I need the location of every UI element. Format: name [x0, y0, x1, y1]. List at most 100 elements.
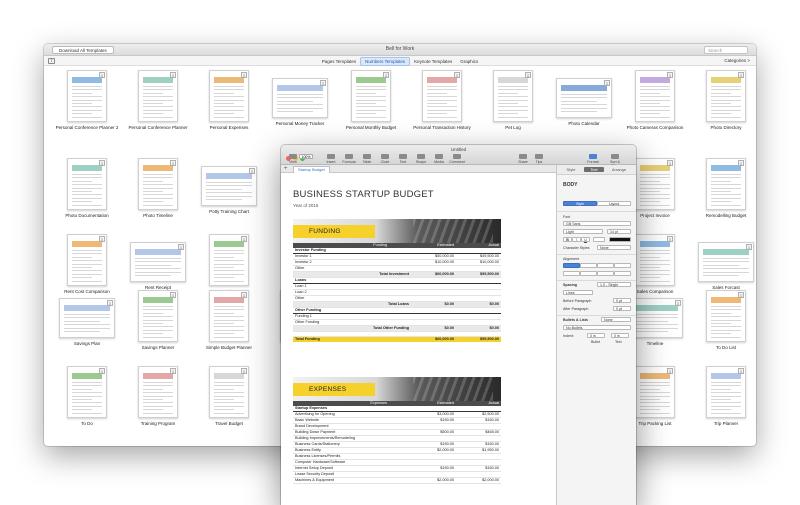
- table-cell[interactable]: Total Funding: [293, 336, 411, 343]
- download-icon[interactable]: ⇩: [170, 292, 176, 298]
- toolbar-text-button[interactable]: Text: [395, 154, 411, 164]
- download-icon[interactable]: ⇩: [675, 300, 681, 306]
- before-paragraph-stepper[interactable]: 0 pt: [613, 298, 631, 303]
- expenses-table[interactable]: Expenses Estimated Actual Startup Expenses A…: [293, 401, 501, 485]
- tab-numbers-templates[interactable]: Numbers Templates: [360, 57, 411, 66]
- table-cell[interactable]: $2,000.00: [411, 477, 456, 485]
- inspector-tab-style[interactable]: Style: [561, 167, 581, 172]
- template-item[interactable]: ⇩ To Do: [52, 366, 122, 426]
- download-icon[interactable]: ⇩: [746, 244, 752, 250]
- template-thumbnail[interactable]: ⇩: [130, 242, 186, 282]
- table-cell[interactable]: $59,500.00: [456, 336, 501, 343]
- character-styles-select[interactable]: None: [597, 245, 631, 250]
- template-thumbnail[interactable]: ⇩: [209, 234, 249, 286]
- toolbar-insert-button[interactable]: Insert: [323, 154, 339, 164]
- download-icon[interactable]: ⇩: [738, 72, 744, 78]
- lines-select[interactable]: Lines: [563, 290, 593, 295]
- template-thumbnail[interactable]: ⇩: [138, 366, 178, 418]
- bullets-lists-label[interactable]: Bullets & Lists: [563, 318, 588, 322]
- toolbar-comment-button[interactable]: Comment: [449, 154, 465, 164]
- download-icon[interactable]: ⇩: [241, 368, 247, 374]
- template-item[interactable]: ⇩ Sales Forcast: [691, 234, 756, 290]
- italic-button[interactable]: I: [572, 237, 581, 242]
- download-icon[interactable]: ⇩: [99, 236, 105, 242]
- download-icon[interactable]: ⇩: [320, 80, 326, 86]
- template-thumbnail[interactable]: ⇩: [706, 70, 746, 122]
- bold-button[interactable]: B: [563, 237, 572, 242]
- inspector-tab-arrange[interactable]: Arrange: [609, 167, 629, 172]
- download-icon[interactable]: ⇩: [99, 368, 105, 374]
- template-thumbnail[interactable]: ⇩: [138, 158, 178, 210]
- template-thumbnail[interactable]: ⇩: [59, 298, 115, 338]
- template-thumbnail[interactable]: ⇩: [67, 234, 107, 286]
- download-icon[interactable]: ⇩: [241, 72, 247, 78]
- toolbar-media-button[interactable]: Media: [431, 154, 447, 164]
- template-thumbnail[interactable]: ⇩: [698, 242, 754, 282]
- valign-middle-icon[interactable]: [614, 271, 631, 276]
- inspector-tab-text[interactable]: Text: [584, 167, 604, 172]
- funding-table[interactable]: Funding Estimated Actual Investor Funding In…: [293, 243, 501, 343]
- template-item[interactable]: ⇩ Savings Plan: [52, 290, 122, 346]
- template-item[interactable]: ⇩ Photo Calendar: [549, 70, 619, 126]
- template-thumbnail[interactable]: ⇩: [67, 366, 107, 418]
- download-icon[interactable]: ⇩: [241, 236, 247, 242]
- search-input[interactable]: Search: [704, 46, 748, 54]
- table-row[interactable]: Machines & Equipment $2,000.00 $2,000.00: [293, 477, 501, 485]
- toolbar-view-button[interactable]: View: [285, 154, 301, 164]
- template-item[interactable]: ⇩ Photo Documentation: [52, 158, 122, 218]
- text-color-well[interactable]: [609, 237, 631, 242]
- template-thumbnail[interactable]: ⇩: [635, 158, 675, 210]
- template-item[interactable]: ⇩ Training Program: [123, 366, 193, 426]
- template-thumbnail[interactable]: ⇩: [706, 366, 746, 418]
- download-icon[interactable]: ⇩: [241, 292, 247, 298]
- tab-graphics[interactable]: Graphics: [456, 58, 482, 65]
- no-bullets-select[interactable]: No Bullets: [563, 325, 631, 330]
- template-thumbnail[interactable]: ⇩: [493, 70, 533, 122]
- template-thumbnail[interactable]: ⇩: [209, 366, 249, 418]
- template-item[interactable]: ⇩ Personal Expenses: [194, 70, 264, 130]
- template-thumbnail[interactable]: ⇩: [201, 166, 257, 206]
- template-item[interactable]: ⇩ Photo Cameras Comparison: [620, 70, 690, 130]
- tab-pages-templates[interactable]: Pages Templates: [318, 58, 360, 65]
- align-justify-icon[interactable]: [614, 263, 631, 268]
- template-thumbnail[interactable]: ⇩: [351, 70, 391, 122]
- template-item[interactable]: ⇩ Remodelling Budget: [691, 158, 756, 218]
- align-center-icon[interactable]: [580, 263, 597, 268]
- template-thumbnail[interactable]: ⇩: [706, 290, 746, 342]
- download-icon[interactable]: ⇩: [170, 72, 176, 78]
- template-thumbnail[interactable]: ⇩: [422, 70, 462, 122]
- download-icon[interactable]: ⇩: [107, 300, 113, 306]
- download-icon[interactable]: ⇩: [454, 72, 460, 78]
- indent-icon[interactable]: [580, 271, 597, 276]
- template-item[interactable]: ⇩ Pet Log: [478, 70, 548, 130]
- template-thumbnail[interactable]: ⇩: [272, 78, 328, 118]
- download-icon[interactable]: ⇩: [667, 72, 673, 78]
- gear-icon[interactable]: [593, 237, 605, 242]
- spacing-select[interactable]: 1.0 - Single: [597, 282, 631, 287]
- tab-keynote-templates[interactable]: Keynote Templates: [410, 58, 456, 65]
- seg-layout[interactable]: Layout: [597, 201, 631, 206]
- sheet-tab-startup-budget[interactable]: Startup Budget: [293, 166, 330, 173]
- download-icon[interactable]: ⇩: [604, 80, 610, 86]
- add-sheet-icon[interactable]: +: [284, 165, 288, 173]
- template-item[interactable]: ⇩ Potty Training Chart: [194, 158, 264, 214]
- after-paragraph-stepper[interactable]: 0 pt: [613, 306, 631, 311]
- toolbar-shape-button[interactable]: Shape: [413, 154, 429, 164]
- font-style-select[interactable]: Light: [563, 229, 603, 234]
- toolbar-share-button[interactable]: Share: [515, 154, 531, 164]
- template-thumbnail[interactable]: ⇩: [635, 366, 675, 418]
- toolbar-format-button[interactable]: Format: [585, 154, 601, 164]
- table-row[interactable]: Total Funding $60,000.00 $59,500.00: [293, 336, 501, 343]
- template-item[interactable]: ⇩ Rent Cost Comparison: [52, 234, 122, 294]
- template-item[interactable]: ⇩ Trip Planner: [691, 366, 756, 426]
- download-icon[interactable]: ⇩: [178, 244, 184, 250]
- seg-style[interactable]: Style: [563, 201, 597, 206]
- template-thumbnail[interactable]: ⇩: [138, 70, 178, 122]
- template-item[interactable]: ⇩ Simple Budget Planner: [194, 290, 264, 350]
- download-icon[interactable]: ⇩: [170, 368, 176, 374]
- download-icon[interactable]: ⇩: [667, 160, 673, 166]
- font-name-select[interactable]: Gill Sans: [563, 221, 631, 226]
- template-item[interactable]: ⇩ Rent Receipt: [123, 234, 193, 290]
- template-item[interactable]: ⇩ Personal Conference Planner 2: [52, 70, 122, 130]
- template-thumbnail[interactable]: ⇩: [635, 70, 675, 122]
